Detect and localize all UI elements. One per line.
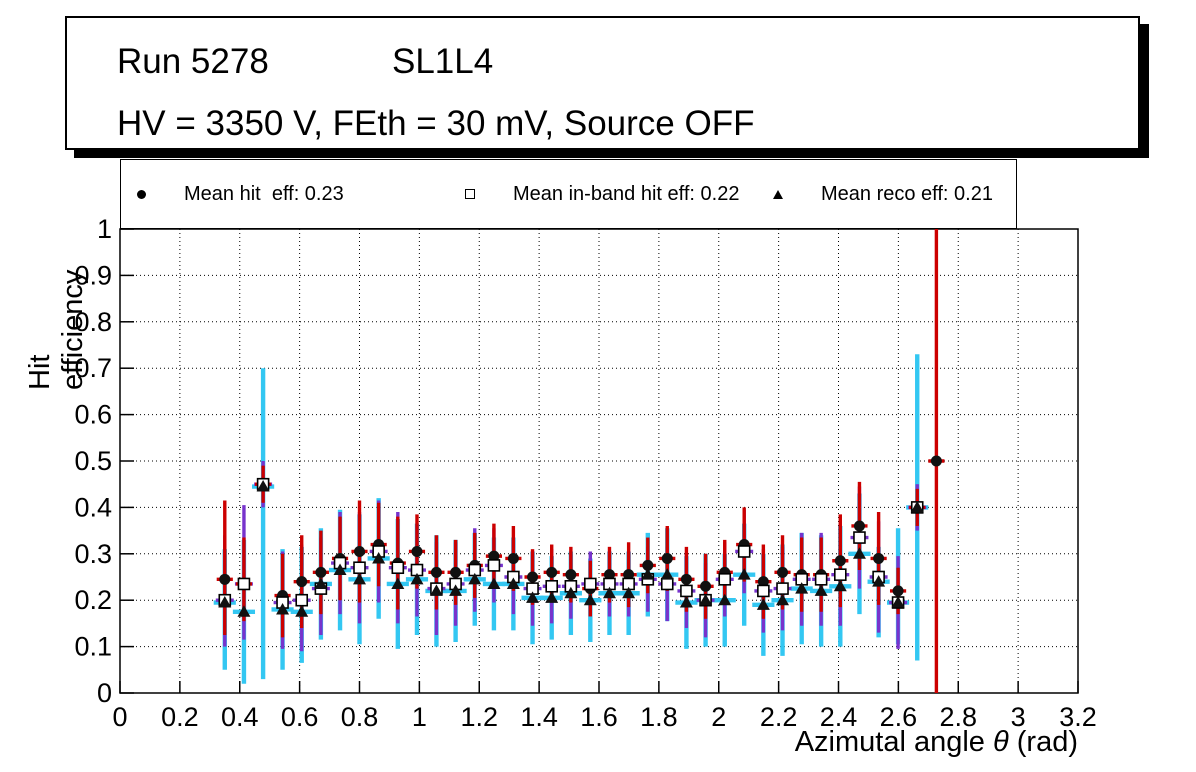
data-marker-filled-circle	[527, 571, 539, 583]
data-marker-filled-circle	[450, 566, 462, 578]
data-marker-open-square	[391, 561, 405, 575]
data-marker-open-square	[737, 545, 751, 558]
legend-label: Mean hit eff: 0.23	[184, 182, 344, 205]
data-marker-filled-circle	[834, 555, 846, 567]
data-marker-open-square	[660, 577, 674, 591]
theta-symbol: θ	[992, 726, 1009, 758]
data-marker-filled-circle	[853, 520, 865, 532]
data-marker-open-square	[295, 593, 309, 607]
data-marker-filled-circle	[873, 552, 885, 564]
x-tick-label: 1.8	[640, 702, 678, 732]
data-marker-open-square	[237, 577, 251, 591]
x-tick-label: 1	[412, 702, 427, 732]
data-marker-filled-circle	[296, 576, 308, 588]
data-marker-filled-circle	[680, 573, 692, 585]
data-marker-filled-circle	[546, 566, 558, 578]
data-marker-filled-circle	[892, 585, 904, 597]
y-axis-title: Hit efficiency	[24, 269, 89, 390]
data-marker-open-square	[776, 582, 789, 595]
root-canvas: 0 0.2 0.4 0.6 0.8 1 1.2 1.4 1.6 1.8 2 2.2 2.4 2.6 2.8 3…	[0, 0, 1196, 772]
x-tick-label: 0.2	[161, 702, 199, 732]
legend-entry-hit-eff: Mean hit eff: 0.23	[137, 160, 344, 228]
data-marker-open-square	[353, 561, 366, 575]
y-tick-label: 0.2	[74, 585, 112, 615]
y-tick-label: 0.4	[74, 492, 112, 522]
data-marker-filled-circle	[565, 569, 577, 581]
legend-label: Mean reco eff: 0.21	[821, 182, 993, 205]
legend-entry-reco-eff: Mean reco eff: 0.21	[773, 160, 993, 228]
y-tick-label: 0.3	[74, 539, 112, 569]
x-tick-label: 1.4	[520, 702, 558, 732]
open-square-icon	[465, 189, 475, 199]
data-marker-filled-circle	[700, 580, 712, 592]
data-marker-open-square	[757, 584, 770, 598]
x-tick-label: 2	[711, 702, 726, 732]
data-marker-open-square	[853, 531, 866, 544]
y-tick-label: 1	[97, 214, 112, 244]
data-marker-open-square	[487, 559, 501, 572]
data-marker-filled-circle	[354, 545, 365, 557]
filled-circle-icon	[137, 189, 146, 199]
data-marker-filled-circle	[219, 573, 231, 585]
conditions-label: HV = 3350 V, FEth = 30 mV, Source OFF	[117, 104, 755, 143]
data-marker-open-square	[814, 573, 828, 586]
x-tick-label: 2.2	[760, 702, 798, 732]
y-tick-label: 0.6	[74, 400, 112, 430]
x-tick-label: 0.6	[281, 702, 319, 732]
data-marker-filled-circle	[507, 552, 519, 564]
filled-triangle-icon	[773, 189, 783, 199]
data-marker-open-square	[584, 577, 597, 591]
y-tick-label: 0.1	[74, 632, 112, 662]
legend-label: Mean in-band hit eff: 0.22	[513, 182, 740, 205]
data-marker-open-square	[545, 579, 558, 593]
x-axis-title: Azimutal angle θ (rad)	[794, 726, 1078, 758]
data-marker-filled-circle	[777, 566, 789, 578]
data-marker-filled-circle	[661, 552, 673, 564]
data-marker-filled-circle	[315, 566, 327, 578]
data-marker-filled-circle	[930, 455, 942, 467]
data-marker-filled-circle	[411, 545, 423, 557]
y-tick-label: 0.5	[74, 446, 112, 476]
chamber-label: SL1L4	[392, 42, 494, 81]
data-marker-open-square	[680, 584, 693, 598]
x-tick-label: 1.2	[460, 702, 498, 732]
data-marker-open-square	[833, 568, 847, 581]
data-marker-filled-circle	[430, 566, 442, 578]
title-pave: Run 5278 SL1L4 HV = 3350 V, FEth = 30 mV…	[65, 16, 1140, 150]
x-tick-label: 0.4	[221, 702, 259, 732]
run-number: Run 5278	[117, 42, 269, 81]
x-tick-label: 1.6	[580, 702, 618, 732]
legend-entry-inband-hit-eff: Mean in-band hit eff: 0.22	[465, 160, 739, 228]
x-tick-label: 0	[112, 702, 127, 732]
x-tick-label: 0.8	[341, 702, 379, 732]
data-marker-open-square	[718, 573, 732, 586]
y-tick-label: 0	[97, 678, 112, 708]
legend-box: Mean hit eff: 0.23 Mean in-band hit eff:…	[120, 159, 1017, 229]
